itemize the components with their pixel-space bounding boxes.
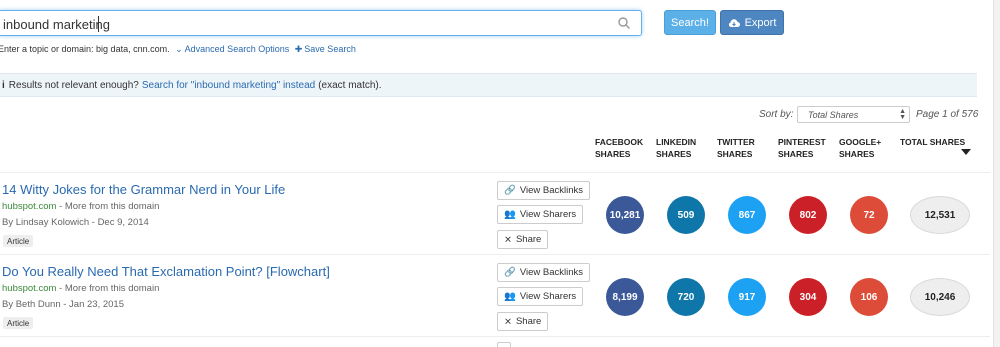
share-icon: ⨯ xyxy=(504,234,512,245)
users-icon: 👥 xyxy=(504,291,516,302)
divider xyxy=(0,336,990,337)
text-caret xyxy=(98,16,99,32)
facebook-shares: 10,281 xyxy=(606,196,644,234)
total-shares: 10,246 xyxy=(910,278,970,316)
save-search-link[interactable]: Save Search xyxy=(304,44,356,54)
chevron-down-icon[interactable]: ⌄ xyxy=(175,44,183,55)
col-facebook[interactable]: FACEBOOK SHARES xyxy=(595,136,643,160)
result-domain: hubspot.com - More from this domain xyxy=(2,283,159,294)
page-info: Page 1 of 576 xyxy=(916,109,979,120)
more-from-domain-link[interactable]: - More from this domain xyxy=(59,201,159,212)
divider xyxy=(0,172,990,173)
search-icon[interactable] xyxy=(617,16,631,30)
linkedin-shares: 509 xyxy=(667,196,705,234)
info-icon: i xyxy=(2,79,5,91)
col-googleplus[interactable]: GOOGLE+ SHARES xyxy=(839,136,881,160)
col-pinterest[interactable]: PINTEREST SHARES xyxy=(778,136,826,160)
twitter-shares: 867 xyxy=(728,196,766,234)
advanced-search-link[interactable]: Advanced Search Options xyxy=(185,44,290,54)
search-input[interactable] xyxy=(3,15,603,33)
sort-desc-icon[interactable] xyxy=(961,149,971,155)
select-arrows-icon: ▲ ▼ xyxy=(899,108,906,121)
divider xyxy=(0,254,990,255)
share-button[interactable]: ⨯ Share xyxy=(497,312,549,331)
share-button[interactable]: ⨯ Share xyxy=(497,230,549,249)
search-hint: Enter a topic or domain: big data, cnn.c… xyxy=(0,44,356,55)
link-icon: 🔗 xyxy=(504,267,516,278)
sort-select[interactable]: Total Shares ▲ ▼ xyxy=(797,106,910,123)
article-tag: Article xyxy=(3,317,34,329)
result-title[interactable]: 14 Witty Jokes for the Grammar Nerd in Y… xyxy=(2,182,285,197)
result-title[interactable]: Do You Really Need That Exclamation Poin… xyxy=(2,264,330,279)
view-backlinks-button[interactable]: 🔗 View Backlinks xyxy=(497,263,591,282)
plus-icon[interactable]: ✚ xyxy=(295,44,303,55)
article-tag: Article xyxy=(3,235,34,247)
col-twitter[interactable]: TWITTER SHARES xyxy=(717,136,755,160)
relevance-notice: i Results not relevant enough? Search fo… xyxy=(0,73,977,97)
googleplus-shares: 106 xyxy=(850,278,888,316)
export-button[interactable]: Export xyxy=(720,10,784,35)
pinterest-shares: 802 xyxy=(789,196,827,234)
twitter-shares: 917 xyxy=(728,278,766,316)
result-byline: By Beth Dunn - Jan 23, 2015 xyxy=(2,299,124,310)
result-byline: By Lindsay Kolowich - Dec 9, 2014 xyxy=(2,217,149,228)
view-sharers-button[interactable]: 👥 View Sharers xyxy=(497,287,584,306)
users-icon: 👥 xyxy=(504,209,516,220)
sort-label: Sort by: xyxy=(759,109,794,120)
domain-link[interactable]: hubspot.com xyxy=(2,283,56,294)
more-from-domain-link[interactable]: - More from this domain xyxy=(59,283,159,294)
col-linkedin[interactable]: LINKEDIN SHARES xyxy=(656,136,696,160)
view-sharers-button[interactable]: 👥 View Sharers xyxy=(497,205,584,224)
scrollbar[interactable] xyxy=(993,0,1000,347)
next-row-button-partial[interactable] xyxy=(497,342,511,347)
search-button[interactable]: Search! xyxy=(664,10,716,35)
pinterest-shares: 304 xyxy=(789,278,827,316)
exact-match-link[interactable]: Search for "inbound marketing" instead xyxy=(142,80,315,91)
domain-link[interactable]: hubspot.com xyxy=(2,201,56,212)
facebook-shares: 8,199 xyxy=(606,278,644,316)
search-box[interactable] xyxy=(0,10,642,36)
linkedin-shares: 720 xyxy=(667,278,705,316)
share-icon: ⨯ xyxy=(504,316,512,327)
total-shares: 12,531 xyxy=(910,196,970,234)
link-icon: 🔗 xyxy=(504,185,516,196)
result-domain: hubspot.com - More from this domain xyxy=(2,201,159,212)
col-total-shares[interactable]: TOTAL SHARES xyxy=(900,136,965,148)
view-backlinks-button[interactable]: 🔗 View Backlinks xyxy=(497,181,591,200)
cloud-download-icon xyxy=(728,18,740,27)
googleplus-shares: 72 xyxy=(850,196,888,234)
